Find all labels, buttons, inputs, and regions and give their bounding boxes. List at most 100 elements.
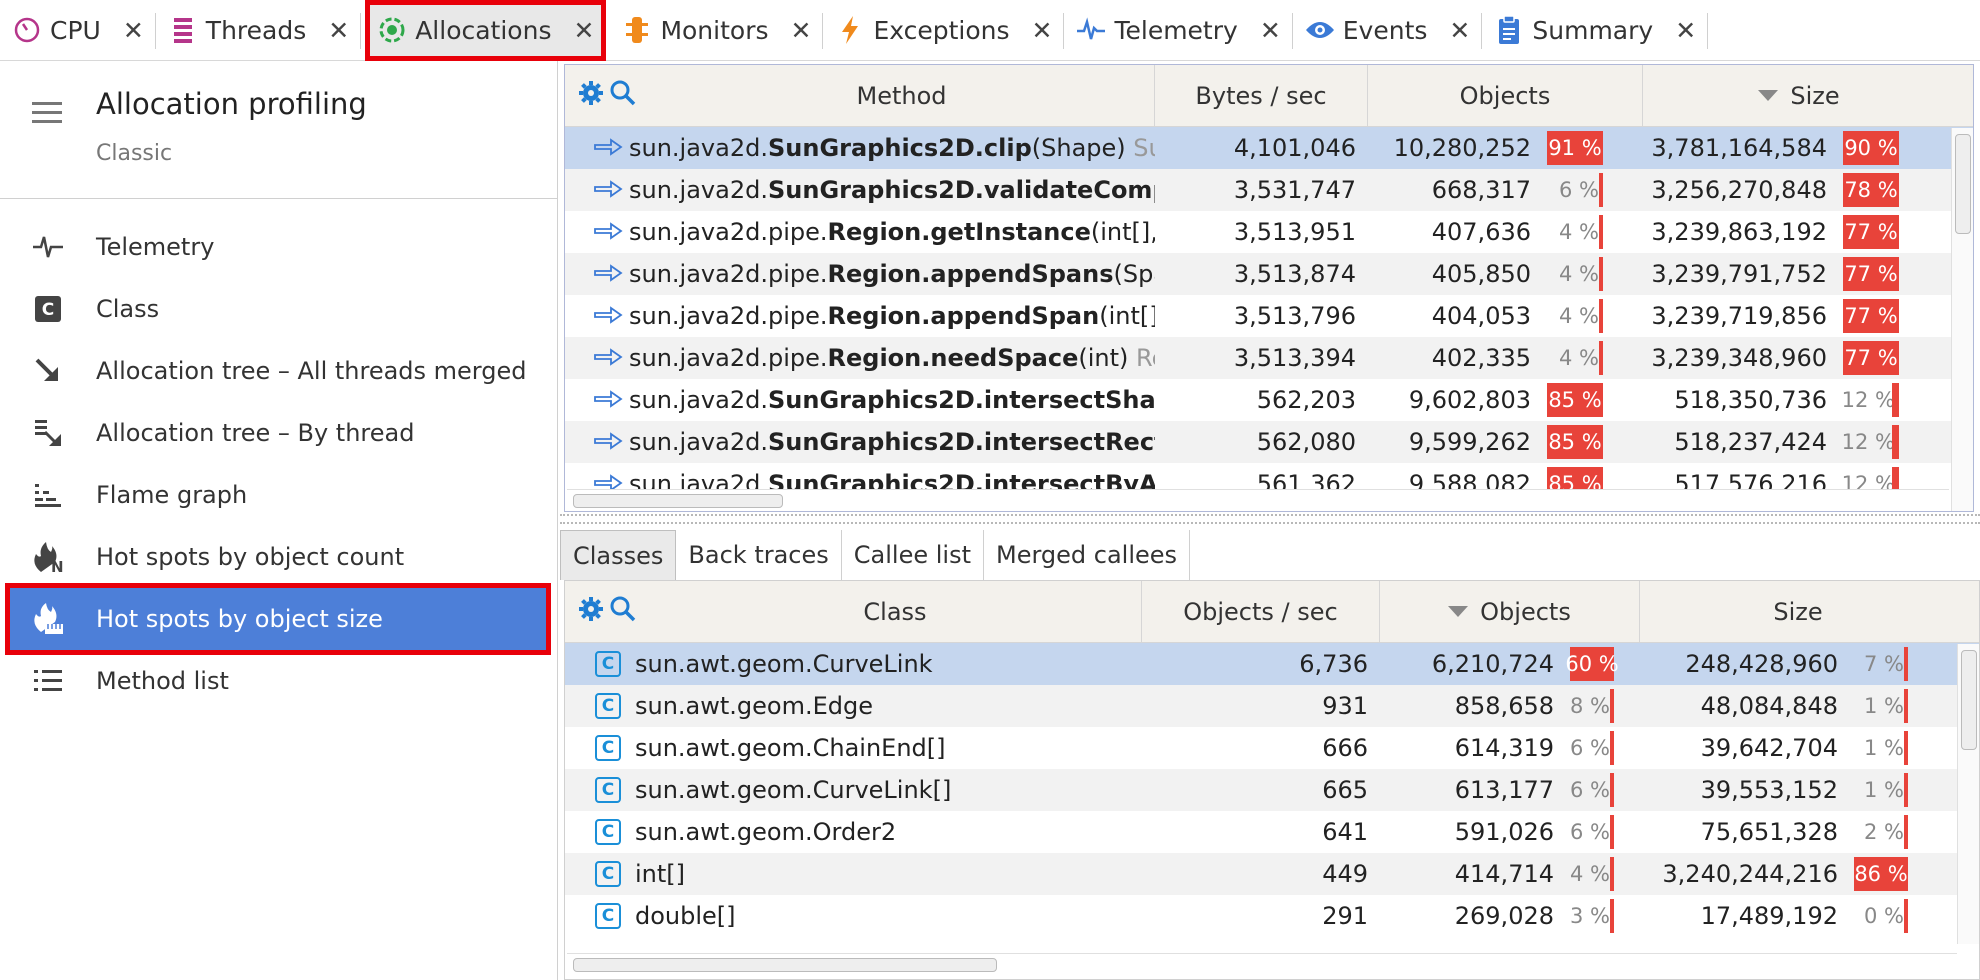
call-arrow-icon [593,260,623,288]
table-row[interactable]: Csun.awt.geom.Edge 931 858,658 8 % 48,084,84… [565,685,1979,727]
close-icon[interactable]: ✕ [791,16,812,45]
objects-per-sec-value: 449 [1322,860,1368,888]
table-row[interactable]: sun.java2d.pipe.Region.needSpace(int) Re… [565,337,1973,379]
percent-bar: 3 % [1570,899,1614,933]
gear-icon[interactable] [578,596,604,628]
bytes-per-sec-value: 3,531,747 [1233,176,1356,204]
table-row[interactable]: Cdouble[] 291 269,028 3 % 17,489,192 0 % [565,895,1979,937]
column-header-size[interactable]: Size [1640,581,1956,643]
table-row[interactable]: Csun.awt.geom.CurveLink 6,736 6,210,724 60 … [565,643,1979,685]
class-name: double[] [635,902,736,930]
subtab-classes[interactable]: Classes [560,530,677,580]
percent-bar-fill [1610,899,1614,933]
hamburger-menu-icon[interactable] [32,96,62,129]
objects-value: 9,602,803 [1408,386,1531,414]
call-arrow-icon [593,176,623,204]
percent-bar: 4 % [1547,215,1603,249]
percent-cell: 77 % [1839,295,1903,337]
percent-bar-fill [1904,647,1908,681]
sidebar-item-method-list[interactable]: Method list [0,650,558,712]
table-row[interactable]: sun.java2d.SunGraphics2D.intersectShape 5… [565,379,1973,421]
column-header-objects[interactable]: Objects [1368,65,1643,127]
method-hotspots-table: Method Bytes / sec Objects Size sun.java… [564,64,1974,512]
percent-bar: 1 % [1854,731,1908,765]
sidebar-item-hot-spots-count[interactable]: N Hot spots by object count [0,526,558,588]
close-icon[interactable]: ✕ [123,16,144,45]
table-row[interactable]: sun.java2d.SunGraphics2D.intersectRectS 5… [565,421,1973,463]
table-row[interactable]: sun.java2d.pipe.Region.appendSpans(Spar 3… [565,253,1973,295]
close-icon[interactable]: ✕ [573,16,594,45]
method-cell: sun.java2d.pipe.Region.appendSpans(Spar [565,253,1155,295]
close-icon[interactable]: ✕ [328,16,349,45]
search-icon[interactable] [609,79,637,113]
percent-bar: 86 % [1854,857,1908,891]
percent-bar: 4 % [1570,857,1614,891]
method-name: sun.java2d.SunGraphics2D.clip(Shape) Sun [629,134,1155,162]
arrow-down-right-icon [30,353,66,389]
tab-summary[interactable]: Summary ✕ [1482,0,1709,61]
subtab-back-traces[interactable]: Back traces [676,530,842,580]
subtab-merged-callees[interactable]: Merged callees [983,530,1191,580]
split-pane-divider[interactable] [560,514,1980,524]
method-class: Region.appendSpans [827,260,1114,288]
table-row[interactable]: sun.java2d.pipe.Region.getInstance(int[]… [565,211,1973,253]
percent-bar: 4 % [1547,257,1603,291]
tab-events[interactable]: Events ✕ [1293,0,1483,61]
method-cell: sun.java2d.SunGraphics2D.intersectRectS [565,421,1155,463]
method-name: sun.java2d.pipe.Region.getInstance(int[]… [629,218,1155,246]
column-header-objects-per-sec[interactable]: Objects / sec [1142,581,1380,643]
table-row[interactable]: Cint[] 449 414,714 4 % 3,240,244,216 86 % [565,853,1979,895]
threads-icon [168,15,198,45]
size-value: 518,350,736 [1674,386,1827,414]
percent-bar: 4 % [1547,299,1603,333]
method-class: Region.needSpace [827,344,1079,372]
size-value: 248,428,960 [1685,650,1838,678]
tab-telemetry[interactable]: Telemetry ✕ [1064,0,1293,61]
close-icon[interactable]: ✕ [1260,16,1281,45]
sidebar-item-allocation-tree-merged[interactable]: Allocation tree – All threads merged [0,340,558,402]
percent-cell: 7 % [1850,643,1912,685]
sidebar-item-allocation-tree-by-thread[interactable]: Allocation tree – By thread [0,402,558,464]
column-header-objects[interactable]: Objects [1380,581,1640,643]
method-class: SunGraphics2D.intersectShape [767,386,1155,414]
sidebar-item-flame-graph[interactable]: Flame graph [0,464,558,526]
subtab-callee-list[interactable]: Callee list [841,530,984,580]
size-value: 75,651,328 [1700,818,1838,846]
horizontal-scrollbar[interactable] [567,953,1957,973]
tab-monitors[interactable]: Monitors ✕ [610,0,824,61]
gear-icon[interactable] [578,80,604,112]
column-header-method[interactable]: Method [649,65,1155,127]
column-header-class[interactable]: Class [649,581,1142,643]
horizontal-scrollbar[interactable] [567,489,1949,509]
percent-bar: 6 % [1547,173,1603,207]
table-row[interactable]: Csun.awt.geom.Order2 641 591,026 6 % 75,651,… [565,811,1979,853]
vertical-scrollbar[interactable] [1951,128,1973,511]
sidebar-item-telemetry[interactable]: Telemetry [0,216,558,278]
tab-allocations[interactable]: Allocations ✕ [365,0,607,61]
column-header-size[interactable]: Size [1643,65,1955,127]
close-icon[interactable]: ✕ [1449,16,1470,45]
size-value: 3,239,348,960 [1651,344,1827,372]
objects-per-sec-value: 665 [1322,776,1368,804]
sidebar-item-hot-spots-size[interactable]: Hot spots by object size [5,583,551,655]
column-header-size-label: Size [1790,81,1840,110]
table-row[interactable]: sun.java2d.SunGraphics2D.clip(Shape) Sun… [565,127,1973,169]
tab-label: Summary [1532,15,1654,45]
tab-threads[interactable]: Threads ✕ [156,0,362,61]
table-row[interactable]: sun.java2d.SunGraphics2D.validateCompC 3,… [565,169,1973,211]
vertical-scrollbar[interactable] [1957,644,1979,944]
tab-exceptions[interactable]: Exceptions ✕ [823,0,1065,61]
search-icon[interactable] [609,595,637,629]
table-row[interactable]: sun.java2d.pipe.Region.appendSpan(int[])… [565,295,1973,337]
eye-icon [1305,15,1335,45]
sidebar-item-class[interactable]: C Class [0,278,558,340]
column-header-bytes-per-sec[interactable]: Bytes / sec [1155,65,1368,127]
class-table-body: Csun.awt.geom.CurveLink 6,736 6,210,724 60 … [565,643,1979,937]
method-extra: Sun [1133,134,1155,162]
close-icon[interactable]: ✕ [1032,16,1053,45]
tab-cpu[interactable]: CPU ✕ [0,0,156,61]
table-row[interactable]: Csun.awt.geom.ChainEnd[] 666 614,319 6 % 39,… [565,727,1979,769]
table-row[interactable]: Csun.awt.geom.CurveLink[] 665 613,177 6 % 39… [565,769,1979,811]
close-icon[interactable]: ✕ [1675,16,1696,45]
class-icon: C [595,777,621,803]
